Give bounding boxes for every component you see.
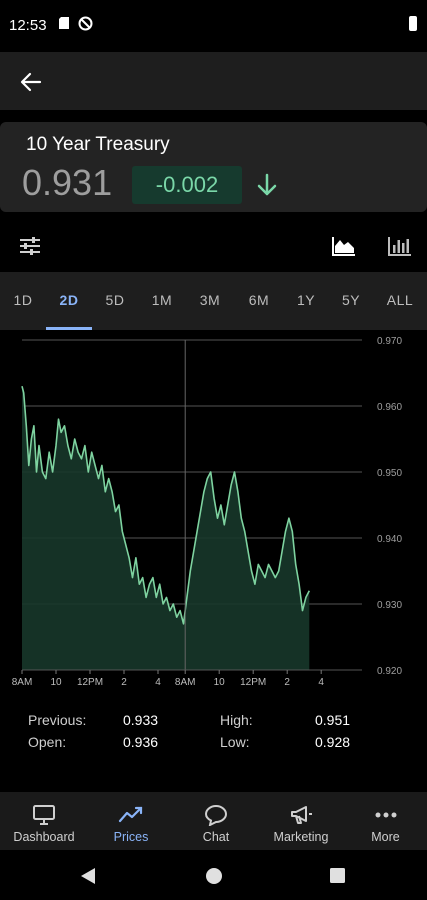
x-tick-label: 8AM xyxy=(175,677,196,688)
status-time: 12:53 xyxy=(9,17,47,34)
status-icons xyxy=(58,16,93,31)
chart-svg[interactable]: 0.970 0.960 0.950 0.940 0.930 0.920 8AM 10 12PM 2… xyxy=(0,330,427,700)
back-triangle-icon[interactable] xyxy=(80,867,96,885)
home-circle-icon[interactable] xyxy=(205,867,223,885)
tab-2d[interactable]: 2D xyxy=(46,292,92,308)
tab-3m[interactable]: 3M xyxy=(187,292,233,308)
no-disturb-icon xyxy=(78,16,93,31)
y-tick-label: 0.930 xyxy=(377,600,402,611)
nav-label-more: More xyxy=(371,830,400,844)
back-button[interactable] xyxy=(16,67,46,97)
x-tick-label: 12PM xyxy=(77,677,103,688)
high-value: 0.951 xyxy=(315,712,351,728)
area-chart-icon[interactable] xyxy=(331,234,357,258)
x-tick-label: 4 xyxy=(155,677,161,688)
x-tick-label: 4 xyxy=(318,677,324,688)
x-tick-label: 12PM xyxy=(240,677,266,688)
recents-square-icon[interactable] xyxy=(330,868,345,883)
nav-more[interactable]: More xyxy=(344,792,427,850)
tab-1m[interactable]: 1M xyxy=(139,292,185,308)
nav-chat[interactable]: Chat xyxy=(174,792,258,850)
price-chart[interactable]: 0.970 0.960 0.950 0.940 0.930 0.920 8AM 10 12PM 2… xyxy=(0,330,427,700)
tab-5d[interactable]: 5D xyxy=(92,292,138,308)
arrow-left-icon xyxy=(20,72,42,92)
x-tick-label: 2 xyxy=(121,677,127,688)
bar-chart-icon[interactable] xyxy=(387,234,413,258)
nav-marketing[interactable]: Marketing xyxy=(258,792,344,850)
open-label: Open: xyxy=(28,734,67,750)
stats-panel: Previous: 0.933 Open: 0.936 High: 0.951 … xyxy=(0,708,427,768)
chart-toolbar xyxy=(0,224,427,270)
x-tick-label: 10 xyxy=(50,677,62,688)
y-tick-label: 0.950 xyxy=(377,468,402,479)
nav-label-dashboard: Dashboard xyxy=(13,830,75,844)
x-tick-label: 8AM xyxy=(12,677,33,688)
tab-5y[interactable]: 5Y xyxy=(328,292,374,308)
nav-label-chat: Chat xyxy=(202,830,230,844)
x-tick-label: 10 xyxy=(214,677,226,688)
quote-card: 10 Year Treasury 0.931 -0.002 xyxy=(0,122,427,212)
y-tick-label: 0.920 xyxy=(377,666,402,677)
high-label: High: xyxy=(220,712,253,728)
tab-1d[interactable]: 1D xyxy=(0,292,46,308)
sd-card-icon xyxy=(59,17,69,29)
open-value: 0.936 xyxy=(123,734,159,750)
more-dots-icon xyxy=(375,812,396,818)
y-tick-label: 0.960 xyxy=(377,402,402,413)
nav-label-marketing: Marketing xyxy=(273,830,329,844)
battery-icon xyxy=(409,16,417,31)
low-value: 0.928 xyxy=(315,734,351,750)
y-tick-label: 0.970 xyxy=(377,336,402,347)
nav-label-prices: Prices xyxy=(113,830,149,844)
tab-all[interactable]: ALL xyxy=(377,292,423,308)
trend-line-icon xyxy=(118,806,143,823)
tab-1y[interactable]: 1Y xyxy=(283,292,329,308)
megaphone-icon xyxy=(291,806,312,824)
low-label: Low: xyxy=(220,734,250,750)
previous-label: Previous: xyxy=(28,712,87,728)
arrow-down-icon xyxy=(257,173,277,196)
tab-6m[interactable]: 6M xyxy=(236,292,282,308)
nav-prices[interactable]: Prices xyxy=(88,792,174,850)
system-nav-bar xyxy=(0,850,427,900)
chat-bubble-icon xyxy=(204,804,228,826)
y-tick-label: 0.940 xyxy=(377,534,402,545)
bottom-nav: Dashboard Prices Chat Marketing More xyxy=(0,792,427,850)
instrument-title: 10 Year Treasury xyxy=(26,134,170,155)
filter-sliders-icon[interactable] xyxy=(18,234,42,258)
last-price: 0.931 xyxy=(22,162,113,203)
nav-dashboard[interactable]: Dashboard xyxy=(0,792,88,850)
app-bar xyxy=(0,52,427,110)
previous-value: 0.933 xyxy=(123,712,159,728)
status-bar: 12:53 xyxy=(0,0,427,52)
monitor-icon xyxy=(33,805,55,825)
x-tick-label: 2 xyxy=(284,677,290,688)
range-tabs: 1D 2D 5D 1M 3M 6M 1Y 5Y ALL xyxy=(0,272,427,330)
change-badge: -0.002 xyxy=(132,166,242,204)
